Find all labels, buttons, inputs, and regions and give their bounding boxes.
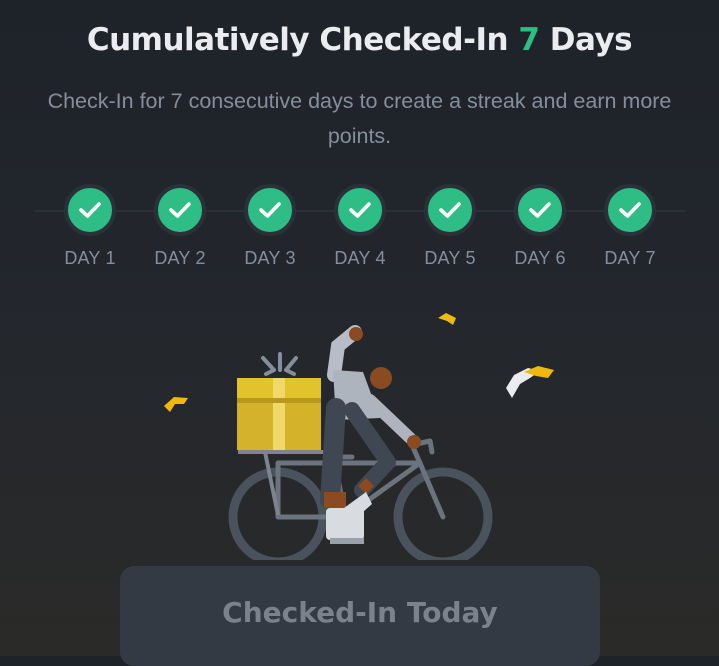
check-icon: [64, 184, 116, 236]
day-label: DAY 4: [334, 248, 386, 268]
streak-day-3: DAY 3: [230, 184, 310, 269]
day-label: DAY 5: [424, 248, 476, 268]
title-day-count: 7: [518, 22, 540, 58]
check-icon: [154, 184, 206, 236]
streak-day-5: DAY 5: [410, 184, 490, 269]
check-icon: [604, 184, 656, 236]
streak-day-7: DAY 7: [590, 184, 670, 269]
day-label: DAY 7: [604, 248, 656, 268]
check-icon: [244, 184, 296, 236]
check-icon: [514, 184, 566, 236]
title-suffix: Days: [539, 22, 633, 58]
page-title: Cumulatively Checked-In 7 Days: [0, 22, 719, 58]
confetti-icon: [164, 397, 188, 412]
streak-day-4: DAY 4: [320, 184, 400, 269]
streak-day-1: DAY 1: [50, 184, 130, 269]
confetti-icon: [438, 313, 456, 325]
cyclist-rider: [320, 325, 421, 544]
gift-box: [237, 352, 321, 450]
day-label: DAY 1: [64, 248, 116, 268]
page-subtitle: Check-In for 7 consecutive days to creat…: [47, 89, 672, 148]
check-icon: [424, 184, 476, 236]
title-prefix: Cumulatively Checked-In: [86, 22, 519, 58]
day-label: DAY 2: [154, 248, 206, 268]
checked-in-today-button[interactable]: Checked-In Today: [120, 566, 600, 666]
day-label: DAY 6: [514, 248, 566, 268]
checked-in-today-label: Checked-In Today: [222, 596, 498, 629]
streak-days: DAY 1 DAY 2 DAY 3 DAY 4 DAY 5 DAY 6 DAY …: [0, 184, 719, 274]
streak-day-6: DAY 6: [500, 184, 580, 269]
day-label: DAY 3: [244, 248, 296, 268]
streak-day-2: DAY 2: [140, 184, 220, 269]
cyclist-gift-illustration: [164, 313, 554, 560]
check-icon: [334, 184, 386, 236]
